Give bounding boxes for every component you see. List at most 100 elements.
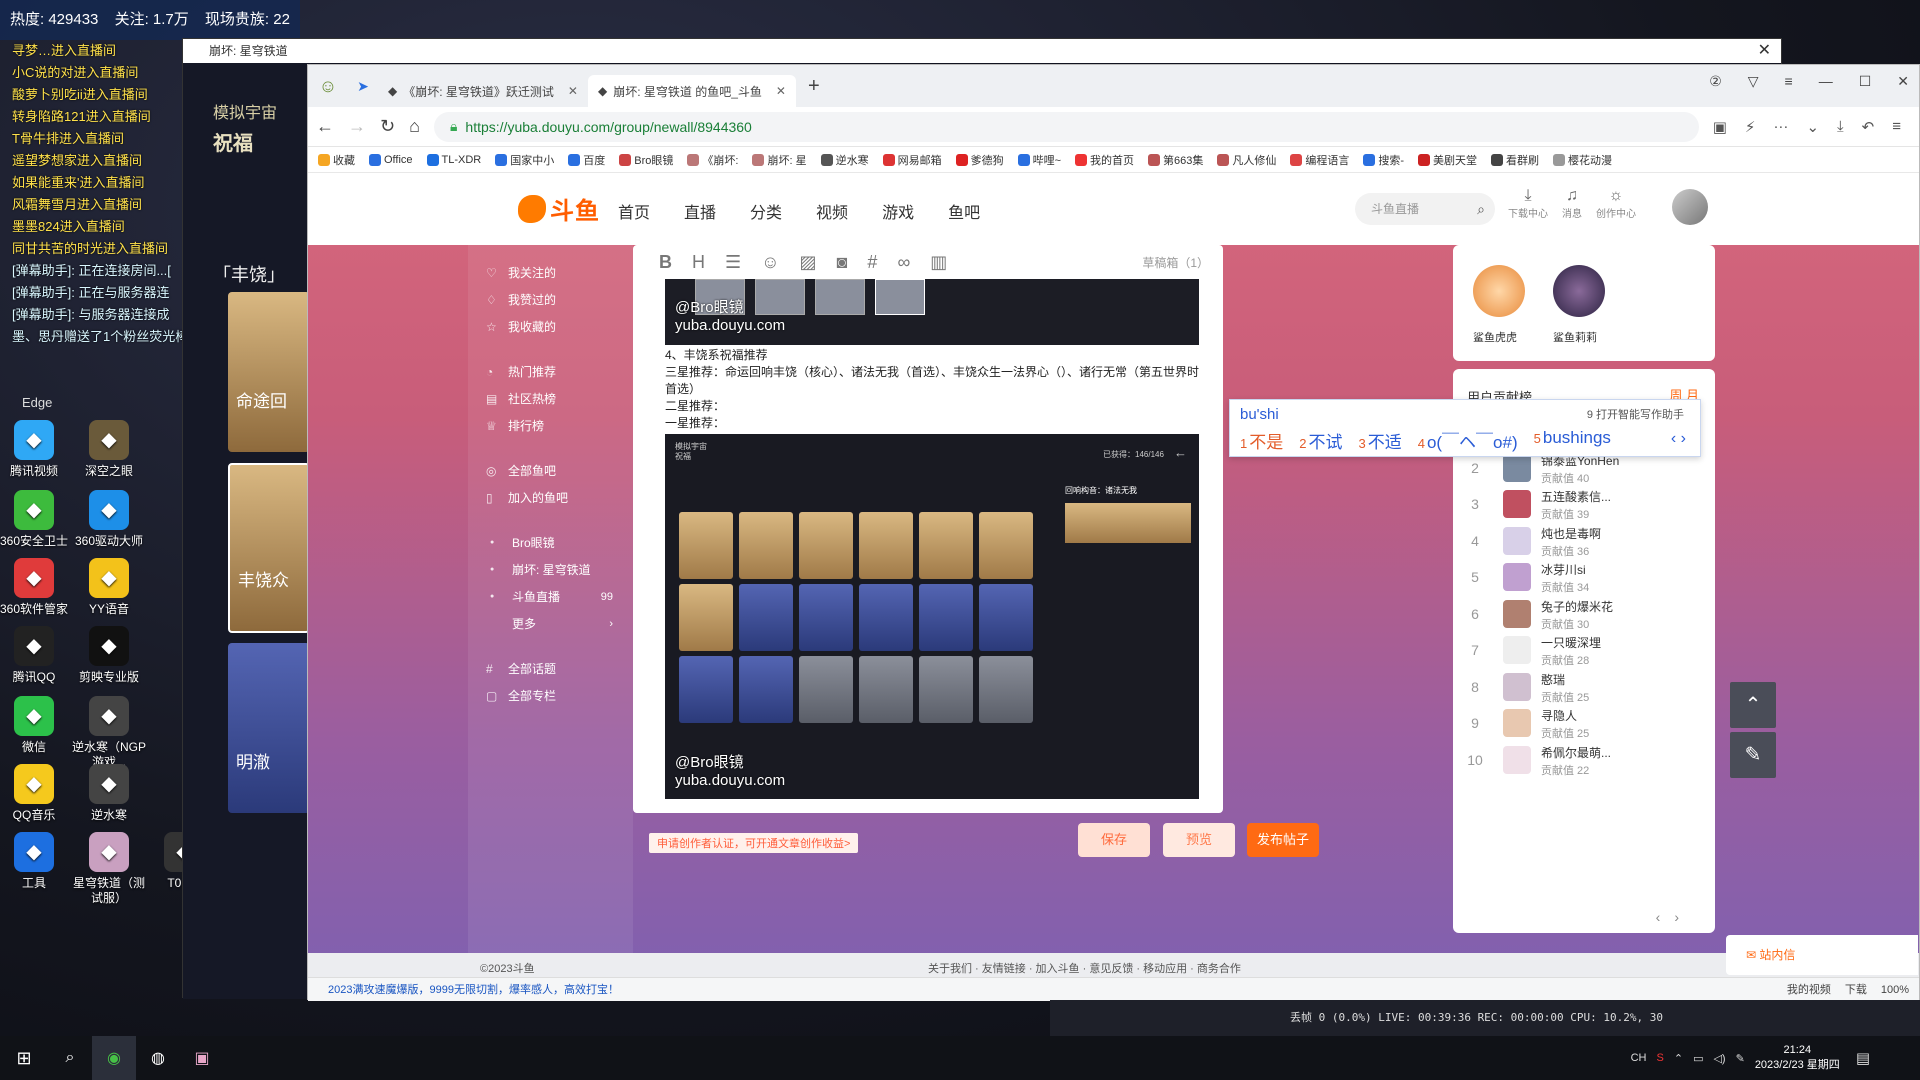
bookmark-item[interactable]: 凡人修仙 — [1217, 152, 1276, 168]
bookmark-item[interactable]: 搜索- — [1363, 152, 1404, 168]
desktop-shortcut[interactable]: ◆ 360软件管家 — [0, 558, 74, 617]
status-ad-text[interactable]: 2023满攻速魔爆版，9999无限切割，爆率感人，高效打宝！ — [328, 984, 619, 996]
bookmark-item[interactable]: 看群刷 — [1491, 152, 1539, 168]
desktop-shortcut[interactable]: ◆ 逆水寒（NGP游戏... — [69, 696, 149, 770]
bookmark-item[interactable]: 樱花动漫 — [1553, 152, 1612, 168]
search-icon[interactable]: ⌕ — [48, 1036, 92, 1080]
nav-item[interactable]: 鱼吧 — [948, 199, 980, 223]
pen-icon[interactable]: ✎ — [1736, 1052, 1745, 1065]
ime-candidate[interactable]: 1 不是 — [1240, 428, 1283, 453]
nav-item[interactable]: 直播 — [684, 199, 716, 223]
home-icon[interactable]: ⌂ — [409, 116, 420, 137]
bookmark-item[interactable]: 我的首页 — [1075, 152, 1134, 168]
scroll-top-button[interactable]: ⌃ — [1730, 682, 1776, 728]
close-icon[interactable]: ✕ — [568, 84, 578, 98]
desktop-shortcut[interactable]: ◆ 腾讯QQ — [0, 626, 74, 685]
menu-item-all-groups[interactable]: ◎ 全部鱼吧 — [468, 457, 633, 484]
nav-item[interactable]: 游戏 — [882, 199, 914, 223]
browser-tab-active[interactable]: ◆ 崩坏: 星穹铁道 的鱼吧_斗鱼 ✕ — [587, 75, 796, 107]
reload-icon[interactable]: ↻ — [380, 116, 395, 137]
close-icon[interactable]: ✕ — [776, 84, 786, 98]
tray-arrow-icon[interactable]: ⌃ — [1674, 1052, 1683, 1065]
menu-item-hot[interactable]: ◔ 热门推荐 — [468, 358, 633, 385]
undo-icon[interactable]: ↶ — [1862, 118, 1875, 136]
ranking-row[interactable]: 3 五连酸素信... 贡献值 39 — [1467, 486, 1707, 526]
creator-cert-link[interactable]: 申请创作者认证，可开通文章创作收益> — [649, 833, 859, 853]
bookmark-item[interactable]: 网易邮箱 — [882, 152, 942, 168]
menu-item-following[interactable]: ♡ 我关注的 — [468, 259, 633, 286]
bookmark-item[interactable]: Bro眼镜 — [619, 152, 673, 168]
tab-count-icon[interactable]: ② — [1709, 73, 1722, 90]
bookmark-item[interactable]: 逆水寒 — [820, 152, 869, 168]
save-button[interactable]: 保存 — [1078, 823, 1150, 857]
menu-item-collected[interactable]: ☆ 我收藏的 — [468, 313, 633, 340]
chart-icon[interactable]: ▥ — [930, 252, 947, 273]
desktop-shortcut[interactable]: ◆ 逆水寒 — [69, 764, 149, 823]
ime-candidate[interactable]: 3 不适 — [1358, 428, 1401, 453]
blessing-card[interactable]: 丰饶众 — [228, 463, 310, 633]
bookmark-item[interactable]: 爹德狗 — [955, 152, 1004, 168]
site-search-input[interactable]: 斗鱼直播 ⌕ — [1355, 193, 1495, 225]
close-icon[interactable]: ✕ — [1758, 39, 1771, 63]
message-button[interactable]: ♫ 消息 — [1562, 187, 1582, 220]
ranking-row[interactable]: 6 兔子的爆米花 贡献值 30 — [1467, 596, 1707, 636]
nav-item[interactable]: 分类 — [750, 199, 782, 223]
telegram-icon[interactable]: ➤ — [348, 78, 378, 95]
search-icon[interactable]: ⌕ — [1477, 193, 1485, 225]
bookmark-item[interactable]: 崩坏: 星 — [752, 152, 807, 168]
shirt-icon[interactable]: ▽ — [1748, 73, 1759, 90]
ime-candidate[interactable]: 2 不试 — [1299, 428, 1342, 453]
forward-icon[interactable]: → — [348, 116, 366, 137]
nav-item[interactable]: 视频 — [816, 199, 848, 223]
editor-content[interactable]: @Bro眼镜 yuba.douyu.com 4、丰饶系祝福推荐 三星推荐：命运回… — [665, 279, 1199, 807]
download-icon[interactable]: ⤓ — [1837, 118, 1844, 136]
desktop-shortcut[interactable]: ◆ 360安全卫士 — [0, 490, 74, 549]
nav-item[interactable]: 首页 — [618, 199, 650, 223]
bookmark-item[interactable]: 编程语言 — [1290, 152, 1349, 168]
bookmark-item[interactable]: 第663集 — [1148, 152, 1203, 168]
blessing-card[interactable]: 命途回 — [228, 292, 310, 452]
sogou-icon[interactable]: S — [1657, 1052, 1664, 1064]
ranking-row[interactable]: 7 一只暖深埋 贡献值 28 — [1467, 632, 1707, 672]
bookmark-item[interactable]: 美剧天堂 — [1418, 152, 1477, 168]
desktop-shortcut[interactable]: ◆ 星穹铁道（测试服） — [69, 832, 149, 906]
profile-icon[interactable]: ☺ — [308, 76, 348, 97]
more-icon[interactable]: ··· — [1773, 118, 1788, 136]
ranking-row[interactable]: 8 憨瑞 贡献值 25 — [1467, 669, 1707, 709]
blessing-card[interactable]: 明澈 — [228, 643, 310, 813]
windows-start-icon[interactable]: ⊞ — [0, 1048, 48, 1069]
bold-icon[interactable]: B — [659, 252, 672, 273]
ranking-row[interactable]: 10 希佩尔最萌... 贡献值 22 — [1467, 742, 1707, 782]
preview-button[interactable]: 预览 — [1163, 823, 1235, 857]
draft-box-link[interactable]: 草稿箱（1） — [1142, 254, 1209, 271]
game-taskbar-icon[interactable]: ▣ — [180, 1036, 224, 1080]
hash-icon[interactable]: # — [867, 252, 877, 273]
desktop-shortcut[interactable]: ◆ 深空之眼 — [69, 420, 149, 479]
download-center-button[interactable]: ⤓ 下载中心 — [1508, 187, 1548, 220]
bookmark-item[interactable]: 百度 — [568, 152, 605, 168]
ime-candidate[interactable]: 5 bushings — [1534, 428, 1611, 453]
bookmark-item[interactable]: 收藏 — [318, 152, 355, 168]
link-icon[interactable]: ∞ — [897, 252, 910, 273]
chevron-down-icon[interactable]: ⌄ — [1806, 118, 1819, 136]
heading-icon[interactable]: H — [692, 252, 705, 273]
browser-tab[interactable]: ◆ 《崩坏: 星穹铁道》跃迁测试 ✕ — [378, 75, 588, 107]
edge-shortcut-label[interactable]: Edge — [22, 395, 52, 410]
desktop-shortcut[interactable]: ◆ 剪映专业版 — [69, 626, 149, 685]
network-icon[interactable]: ▭ — [1693, 1052, 1703, 1065]
clock[interactable]: 21:24 2023/2/23 星期四 — [1755, 1043, 1840, 1073]
volume-icon[interactable]: ◁) — [1713, 1052, 1725, 1065]
screenshot-icon[interactable]: ▣ — [1713, 118, 1727, 136]
lightning-icon[interactable]: ⚡︎ — [1745, 118, 1756, 136]
ranking-row[interactable]: 9 寻隐人 贡献值 25 — [1467, 705, 1707, 745]
desktop-shortcut[interactable]: ◆ 腾讯视频 — [0, 420, 74, 479]
zoom-level[interactable]: 100% — [1881, 978, 1909, 1002]
avatar[interactable] — [1672, 189, 1708, 225]
notification-icon[interactable]: ▤ — [1856, 1049, 1870, 1067]
desktop-shortcut[interactable]: ◆ 微信 — [0, 696, 74, 755]
desktop-shortcut[interactable]: ◆ YY语音 — [69, 558, 149, 617]
menu-item-joined-groups[interactable]: ▯ 加入的鱼吧 — [468, 484, 633, 511]
desktop-shortcut[interactable]: ◆ 工具 — [0, 832, 74, 891]
edit-float-button[interactable]: ✎ — [1730, 732, 1776, 778]
douyu-logo[interactable]: 斗鱼 — [518, 191, 600, 226]
